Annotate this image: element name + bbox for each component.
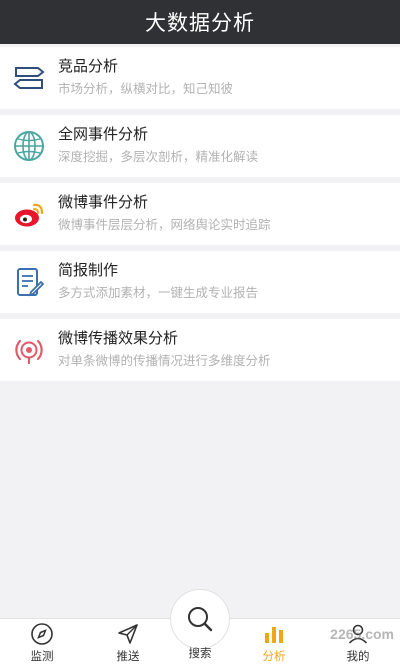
globe-icon xyxy=(0,115,58,177)
item-subtitle: 多方式添加素材，一键生成专业报告 xyxy=(58,286,259,300)
analysis-list: 竞品分析 市场分析，纵横对比，知己知彼 全网事件分析 深度挖掘，多层次剖析，精准… xyxy=(0,44,400,381)
item-subtitle: 微博事件层层分析，网络舆论实时追踪 xyxy=(58,218,271,232)
weibo-icon xyxy=(0,183,58,245)
search-icon xyxy=(188,607,213,632)
list-item-briefing-report[interactable]: 简报制作 多方式添加素材，一键生成专业报告 xyxy=(0,251,400,313)
tab-label: 推送 xyxy=(116,651,140,663)
item-subtitle: 对单条微博的传播情况进行多维度分析 xyxy=(58,354,271,368)
item-subtitle: 深度挖掘，多层次剖析，精准化解读 xyxy=(58,150,259,164)
item-title: 全网事件分析 xyxy=(58,126,149,143)
item-title: 微博事件分析 xyxy=(58,194,149,211)
item-title: 微博传播效果分析 xyxy=(58,330,179,347)
broadcast-icon xyxy=(0,319,58,381)
tab-push[interactable]: 推送 xyxy=(88,619,168,666)
tab-analysis[interactable]: 分析 xyxy=(234,619,314,666)
item-title: 竞品分析 xyxy=(58,58,119,75)
tab-label: 分析 xyxy=(262,651,286,663)
list-item-network-event-analysis[interactable]: 全网事件分析 深度挖掘，多层次剖析，精准化解读 xyxy=(0,115,400,177)
bottom-tab-bar: 监测 推送 搜索 分析 我的 2265.com xyxy=(0,589,400,666)
item-subtitle: 市场分析，纵横对比，知己知彼 xyxy=(58,82,234,96)
report-edit-icon xyxy=(0,251,58,313)
tab-monitor[interactable]: 监测 xyxy=(2,619,82,666)
list-item-weibo-event-analysis[interactable]: 微博事件分析 微博事件层层分析，网络舆论实时追踪 xyxy=(0,183,400,245)
bar-chart-icon xyxy=(265,627,283,643)
app-header: 大数据分析 xyxy=(0,0,400,44)
tab-label: 我的 xyxy=(346,651,370,663)
tab-label-search: 搜索 xyxy=(188,648,212,660)
search-button[interactable] xyxy=(170,589,230,649)
tab-label: 监测 xyxy=(30,651,54,663)
signpost-icon xyxy=(0,47,58,109)
list-item-competitor-analysis[interactable]: 竞品分析 市场分析，纵横对比，知己知彼 xyxy=(0,47,400,109)
compass-icon xyxy=(31,623,53,645)
list-item-weibo-spread-analysis[interactable]: 微博传播效果分析 对单条微博的传播情况进行多维度分析 xyxy=(0,319,400,381)
page-title: 大数据分析 xyxy=(145,12,255,35)
paper-plane-icon xyxy=(118,624,138,644)
watermark-logo: 2265.com xyxy=(330,626,394,642)
item-title: 简报制作 xyxy=(58,262,119,279)
